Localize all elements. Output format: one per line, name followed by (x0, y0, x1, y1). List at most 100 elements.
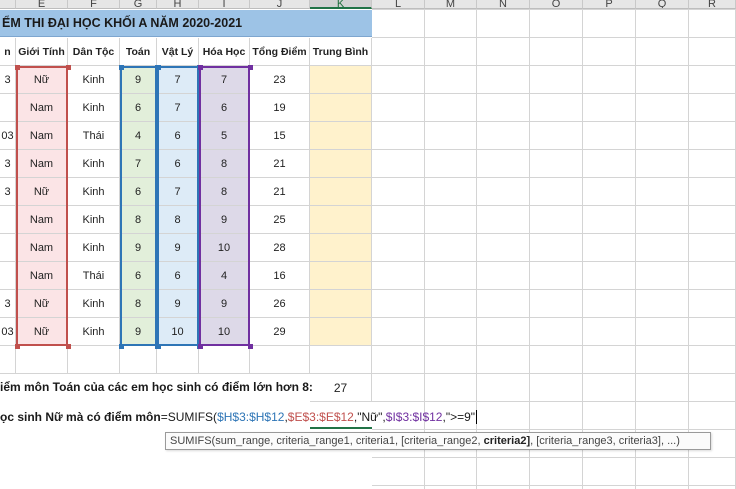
cell-math[interactable]: 7 (120, 150, 157, 178)
cell-ethnic[interactable]: Kinh (68, 178, 120, 206)
cell-chem[interactable]: 5 (199, 122, 250, 150)
header-partial[interactable]: n (0, 38, 16, 66)
column-header-f[interactable]: F (68, 0, 120, 9)
cell-c[interactable]: 3 (0, 178, 16, 206)
cell-physics[interactable]: 7 (157, 94, 199, 122)
cell-c[interactable]: 3 (0, 290, 16, 318)
column-header-e[interactable]: E (16, 0, 68, 9)
cell-total[interactable]: 16 (250, 262, 310, 290)
cell-physics[interactable]: 8 (157, 206, 199, 234)
cell-physics[interactable]: 7 (157, 66, 199, 94)
column-header-g[interactable]: G (120, 0, 157, 9)
formula-row[interactable]: ọc sinh Nữ mà có điểm môn=SUMIFS($H$3:$H… (0, 405, 478, 429)
cell-chem[interactable]: 8 (199, 178, 250, 206)
cell-total[interactable]: 25 (250, 206, 310, 234)
empty-cell[interactable] (0, 346, 16, 374)
cell-total[interactable]: 26 (250, 290, 310, 318)
cell-chem[interactable]: 10 (199, 234, 250, 262)
empty-cell[interactable] (250, 346, 310, 374)
cell-c[interactable]: 03 (0, 122, 16, 150)
cell-gender[interactable]: Nữ (16, 290, 68, 318)
cell-total[interactable]: 21 (250, 150, 310, 178)
empty-cell[interactable] (120, 346, 157, 374)
cell-math[interactable]: 6 (120, 94, 157, 122)
empty-cell[interactable] (68, 346, 120, 374)
cell-total[interactable]: 15 (250, 122, 310, 150)
header-average[interactable]: Trung Bình (310, 38, 372, 66)
cell-chem[interactable]: 6 (199, 94, 250, 122)
cell-math[interactable]: 6 (120, 262, 157, 290)
header-gender[interactable]: Giới Tính (16, 38, 68, 66)
column-header-l[interactable]: L (372, 0, 425, 9)
cell-average[interactable] (310, 66, 372, 94)
cell-chem[interactable]: 8 (199, 150, 250, 178)
cell-physics[interactable]: 6 (157, 122, 199, 150)
cell-gender[interactable]: Nam (16, 94, 68, 122)
column-header-partial[interactable] (0, 0, 16, 9)
column-header-r[interactable]: R (689, 0, 736, 9)
empty-cell[interactable] (157, 346, 199, 374)
cell-c[interactable]: 03 (0, 318, 16, 346)
cell-c[interactable]: 3 (0, 150, 16, 178)
cell-math[interactable]: 8 (120, 206, 157, 234)
cell-ethnic[interactable]: Thái (68, 262, 120, 290)
cell-average[interactable] (310, 122, 372, 150)
cell-ethnic[interactable]: Thái (68, 122, 120, 150)
cell-average[interactable] (310, 206, 372, 234)
cell-math[interactable]: 9 (120, 234, 157, 262)
header-math[interactable]: Toán (120, 38, 157, 66)
cell-c[interactable] (0, 94, 16, 122)
cell-gender[interactable]: Nam (16, 150, 68, 178)
cell-gender[interactable]: Nam (16, 234, 68, 262)
cell-math[interactable]: 9 (120, 318, 157, 346)
cell-total[interactable]: 19 (250, 94, 310, 122)
cell-total[interactable]: 29 (250, 318, 310, 346)
cell-gender[interactable]: Nam (16, 206, 68, 234)
cell-total[interactable]: 23 (250, 66, 310, 94)
cell-average[interactable] (310, 150, 372, 178)
cell-gender[interactable]: Nữ (16, 318, 68, 346)
header-total[interactable]: Tổng Điểm (250, 38, 310, 66)
column-header-i[interactable]: I (199, 0, 250, 9)
header-ethnicity[interactable]: Dân Tộc (68, 38, 120, 66)
cell-ethnic[interactable]: Kinh (68, 150, 120, 178)
cell-total[interactable]: 28 (250, 234, 310, 262)
cell-ethnic[interactable]: Kinh (68, 318, 120, 346)
cell-math[interactable]: 4 (120, 122, 157, 150)
column-header-p[interactable]: P (583, 0, 636, 9)
empty-cell[interactable] (199, 346, 250, 374)
cell-gender[interactable]: Nam (16, 262, 68, 290)
cell-math[interactable]: 6 (120, 178, 157, 206)
cell-math[interactable]: 9 (120, 66, 157, 94)
cell-c[interactable] (0, 206, 16, 234)
cell-chem[interactable]: 9 (199, 290, 250, 318)
cell-physics[interactable]: 6 (157, 262, 199, 290)
cell-c[interactable]: 3 (0, 66, 16, 94)
cell-average[interactable] (310, 262, 372, 290)
cell-chem[interactable]: 10 (199, 318, 250, 346)
column-header-h[interactable]: H (157, 0, 199, 9)
empty-cell[interactable] (310, 346, 372, 374)
cell-average[interactable] (310, 234, 372, 262)
cell-chem[interactable]: 7 (199, 66, 250, 94)
cell-physics[interactable]: 10 (157, 318, 199, 346)
cell-gender[interactable]: Nam (16, 122, 68, 150)
empty-cell[interactable] (16, 346, 68, 374)
cell-c[interactable] (0, 262, 16, 290)
column-header-m[interactable]: M (425, 0, 477, 9)
cell-physics[interactable]: 6 (157, 150, 199, 178)
cell-math[interactable]: 8 (120, 290, 157, 318)
cell-ethnic[interactable]: Kinh (68, 206, 120, 234)
cell-chem[interactable]: 4 (199, 262, 250, 290)
cell-ethnic[interactable]: Kinh (68, 66, 120, 94)
cell-physics[interactable]: 9 (157, 290, 199, 318)
column-header-o[interactable]: O (530, 0, 583, 9)
column-header-k[interactable]: K (310, 0, 372, 9)
cell-average[interactable] (310, 290, 372, 318)
column-header-j[interactable]: J (250, 0, 310, 9)
cell-physics[interactable]: 7 (157, 178, 199, 206)
cell-ethnic[interactable]: Kinh (68, 290, 120, 318)
header-physics[interactable]: Vật Lý (157, 38, 199, 66)
column-header-q[interactable]: Q (636, 0, 689, 9)
cell-total[interactable]: 21 (250, 178, 310, 206)
